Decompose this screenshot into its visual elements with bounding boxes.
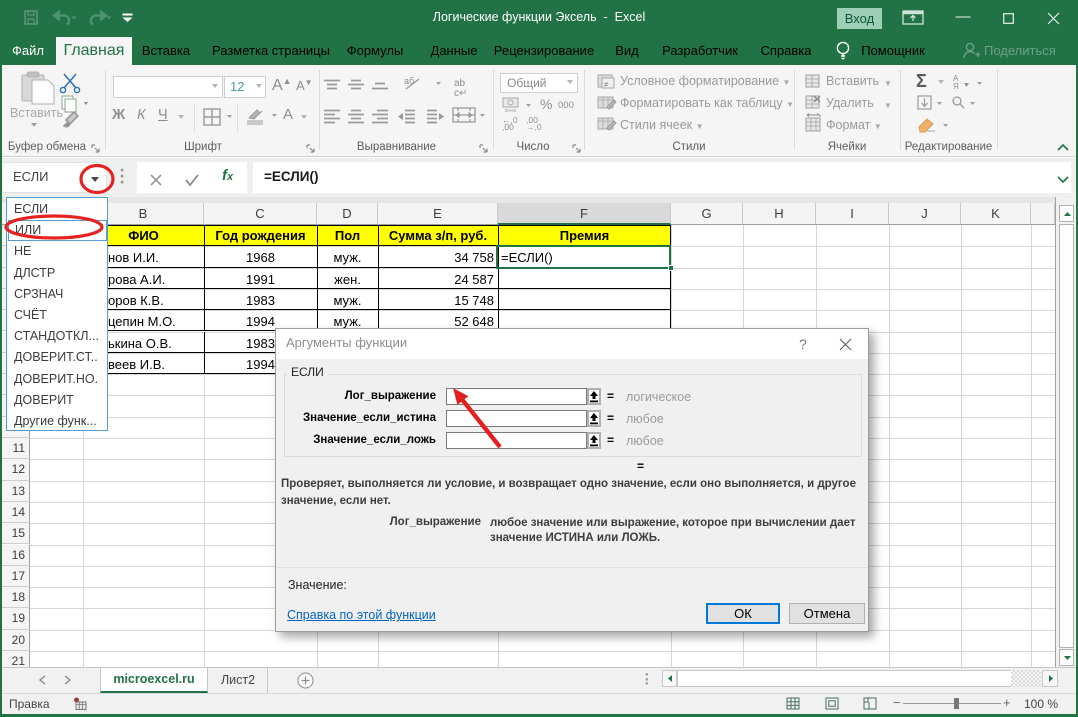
svg-text:Я: Я <box>953 82 959 89</box>
svg-text:аб: аб <box>404 76 414 86</box>
svg-text:→,0: →,0 <box>526 122 542 131</box>
svg-text:,00: ,00 <box>502 122 514 131</box>
svg-text:000: 000 <box>558 100 574 111</box>
svg-text:%: % <box>540 96 552 112</box>
svg-text:c↵: c↵ <box>454 88 467 99</box>
svg-text:≠: ≠ <box>604 80 609 89</box>
